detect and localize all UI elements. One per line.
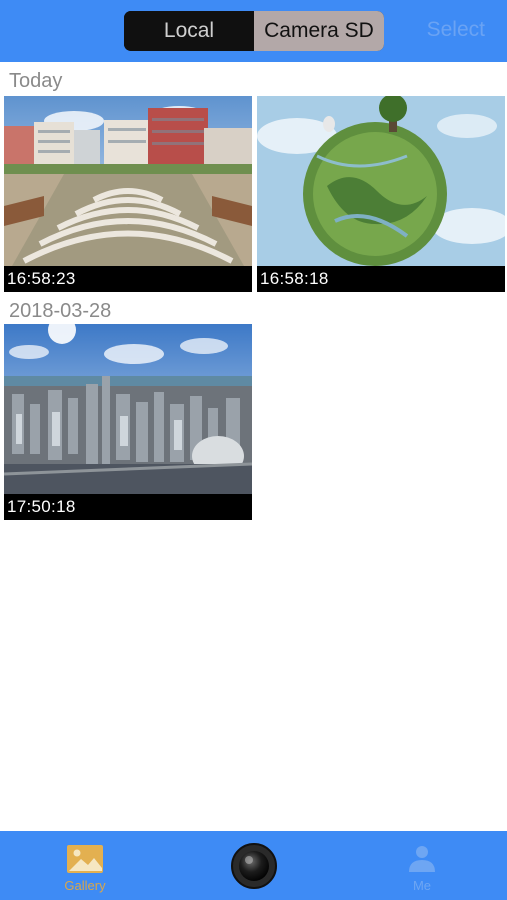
media-thumbnail[interactable]: 16:58:18 xyxy=(257,96,505,292)
segment-local[interactable]: Local xyxy=(124,11,254,51)
person-icon xyxy=(409,846,435,872)
source-segmented-control: Local Camera SD xyxy=(124,11,384,51)
panorama-plaza-image xyxy=(4,96,252,266)
gallery-icon xyxy=(67,845,103,873)
section-header-today: Today xyxy=(9,70,63,92)
media-thumbnail[interactable]: 16:58:23 xyxy=(4,96,252,292)
capture-time: 16:58:23 xyxy=(7,269,76,288)
tab-me-label: Me xyxy=(412,878,432,893)
tab-gallery-label: Gallery xyxy=(64,878,106,893)
tab-me[interactable]: Me xyxy=(367,831,477,900)
capture-time: 16:58:18 xyxy=(260,269,329,288)
camera-shutter-button[interactable] xyxy=(231,843,277,889)
select-button[interactable]: Select xyxy=(427,18,485,42)
city-aerial-image xyxy=(4,324,252,494)
capture-time: 17:50:18 xyxy=(7,497,76,516)
top-nav-bar: Local Camera SD Select xyxy=(0,0,507,62)
section-header-date: 2018-03-28 xyxy=(9,300,112,322)
media-thumbnail[interactable]: 17:50:18 xyxy=(4,324,252,520)
little-planet-image xyxy=(257,96,505,266)
segment-camera-sd[interactable]: Camera SD xyxy=(254,11,384,51)
tab-gallery[interactable]: Gallery xyxy=(30,831,140,900)
camera-shutter-icon xyxy=(231,843,277,889)
